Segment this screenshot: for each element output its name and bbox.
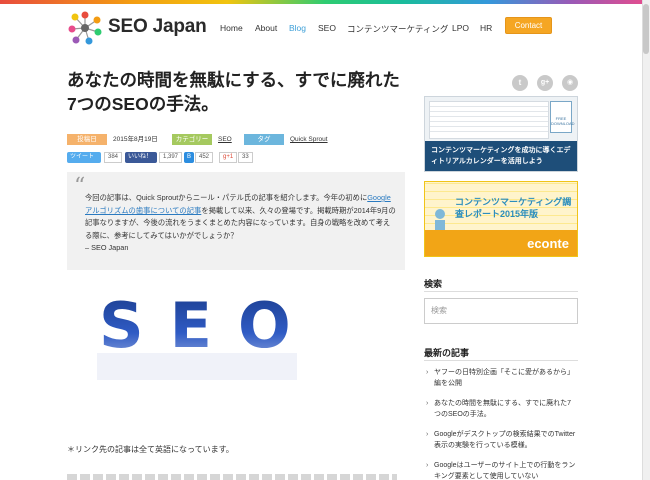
- twitter-icon[interactable]: t: [512, 75, 528, 91]
- google-plus-button[interactable]: g+1: [219, 152, 238, 163]
- nav-item-hr[interactable]: HR: [480, 23, 492, 33]
- hatena-count: 452: [195, 152, 214, 163]
- category-link[interactable]: SEO: [218, 134, 232, 145]
- quote-signature: – SEO Japan: [85, 243, 129, 253]
- nav-item-home[interactable]: Home: [220, 23, 243, 33]
- banner2-title: コンテンツマーケティング調査レポート2015年版: [455, 197, 572, 219]
- nav-item-lpo[interactable]: LPO: [452, 23, 469, 33]
- recent-post-link[interactable]: Googleはユーザーのサイト上での行動をランキング要素として使用していない: [424, 461, 578, 480]
- free-download-badge: FREE DOWNLOAD: [550, 101, 575, 133]
- tag-link[interactable]: Quick Sprout: [290, 134, 328, 145]
- quote-text: 今回の記事は、Quick Sproutからニール・パテル氏の記事を紹介します。今…: [85, 192, 397, 255]
- nav-item-seo[interactable]: SEO: [318, 23, 336, 33]
- econte-logo: econte: [527, 236, 569, 251]
- article-title: あなたの時間を無駄にする、すでに廃れた7つのSEOの手法。: [67, 70, 400, 114]
- nav-item-content-marketing[interactable]: コンテンツマーケティング: [347, 23, 448, 35]
- seo-japan-logo-icon[interactable]: [67, 10, 103, 46]
- nav-item-about[interactable]: About: [255, 23, 277, 33]
- recent-post-link[interactable]: Googleがデスクトップの検索結果でのTwitter表示の実験を行っている模様…: [424, 430, 578, 451]
- tweet-count: 384: [104, 152, 123, 163]
- nav-item-blog[interactable]: Blog: [289, 23, 306, 33]
- search-input[interactable]: 検索: [424, 298, 578, 324]
- footnote: ＊リンク先の記事は全て英語になっています。: [67, 445, 234, 454]
- recent-post-link[interactable]: ヤフーの日特別企画「そこに愛があるから」編を公開: [424, 368, 578, 389]
- intro-quote: “ 今回の記事は、Quick Sproutからニール・パテル氏の記事を紹介します…: [67, 172, 405, 270]
- post-date: 2015年8月19日: [113, 136, 158, 143]
- site-header: SEO Japan Home About Blog SEO コンテンツマーケティ…: [0, 4, 642, 52]
- site-logo-text[interactable]: SEO Japan: [108, 16, 207, 38]
- banner1-text: コンテンツマーケティングを成功に導くエディトリアルカレンダーを活用しよう: [425, 141, 577, 171]
- blurred-paragraph: [67, 474, 397, 480]
- date-label: 投稿日: [67, 134, 107, 145]
- gplus-count: 33: [238, 152, 253, 163]
- search-heading: 検索: [424, 279, 443, 289]
- svg-text:SEO: SEO: [99, 295, 297, 362]
- recent-post-link[interactable]: あなたの時間を無駄にする、すでに廃れた7つのSEOの手法。: [424, 399, 578, 420]
- calendar-preview: [429, 101, 549, 139]
- contact-button[interactable]: Contact: [505, 17, 552, 34]
- divider: [424, 291, 578, 292]
- facebook-like-button[interactable]: いいね！: [125, 152, 157, 163]
- divider: [424, 360, 578, 361]
- hatena-icon[interactable]: B: [184, 152, 194, 163]
- page-scrollbar[interactable]: [642, 0, 650, 480]
- like-count: 1,397: [159, 152, 183, 163]
- econte-report-banner[interactable]: コンテンツマーケティング調査レポート2015年版 econte: [424, 181, 578, 257]
- recent-posts-heading: 最新の記事: [424, 348, 470, 358]
- category-label: カテゴリー: [172, 134, 212, 145]
- recent-posts-list: ヤフーの日特別企画「そこに愛があるから」編を公開 あなたの時間を無駄にする、すで…: [424, 368, 578, 480]
- tweet-button[interactable]: ツイート: [67, 152, 101, 163]
- seo-hero-image: SEO: [97, 295, 297, 380]
- quote-mark-icon: “: [74, 174, 86, 199]
- rss-icon[interactable]: ◉: [562, 75, 578, 91]
- quote-part1: 今回の記事は、Quick Sproutからニール・パテル氏の記事を紹介します。今…: [85, 193, 368, 202]
- tag-label: タグ: [244, 134, 284, 145]
- editorial-calendar-banner[interactable]: FREE DOWNLOAD コンテンツマーケティングを成功に導くエディトリアルカ…: [424, 96, 578, 172]
- scrollbar-thumb[interactable]: [643, 4, 649, 54]
- google-plus-icon[interactable]: g+: [537, 75, 553, 91]
